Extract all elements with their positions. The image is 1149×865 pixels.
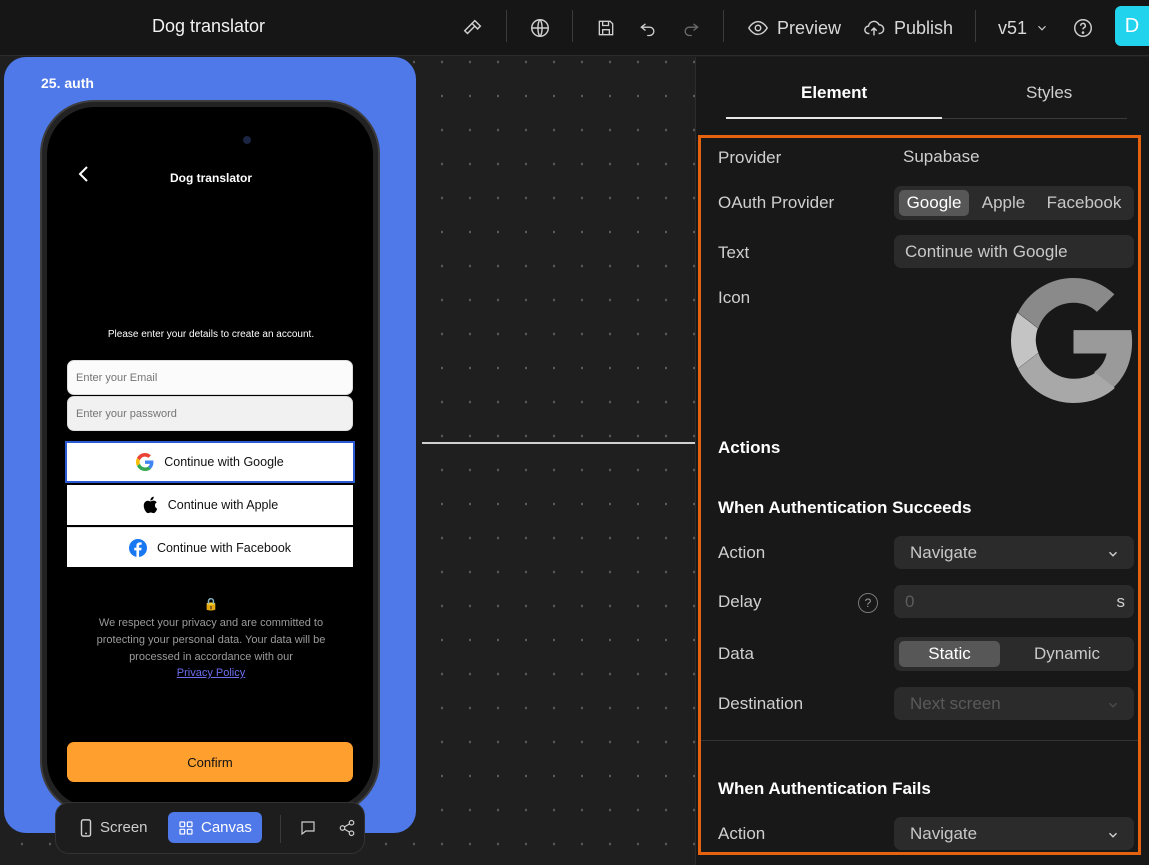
google-icon — [136, 453, 154, 471]
comment-button[interactable] — [289, 812, 327, 843]
phone-screen: Dog translator Please enter your details… — [47, 107, 373, 808]
version-selector[interactable]: v51 — [998, 14, 1049, 42]
screen-view-button[interactable]: Screen — [69, 812, 158, 843]
signup-prompt: Please enter your details to create an a… — [107, 329, 315, 340]
provider-value: Supabase — [903, 147, 980, 166]
fail-action-select[interactable]: Navigate — [894, 817, 1134, 850]
google-auth-label: Continue with Google — [164, 455, 284, 469]
selected-element-properties: Provider Supabase OAuth Provider Google … — [698, 135, 1141, 855]
app-title: Dog translator — [169, 171, 252, 185]
lock-icon: 🔒 — [203, 597, 219, 611]
toolbar-divider — [975, 10, 976, 42]
chevron-down-icon — [1109, 832, 1117, 838]
camera-dot — [243, 136, 251, 144]
data-mode-selector: Static Dynamic — [894, 637, 1134, 671]
password-field[interactable]: Enter your password — [67, 396, 353, 431]
help-icon[interactable] — [1069, 14, 1097, 42]
delay-value: 0 — [905, 591, 915, 611]
cloud-upload-icon — [864, 20, 885, 36]
email-field[interactable]: Enter your Email — [67, 360, 353, 395]
undo-icon[interactable] — [634, 14, 662, 42]
oauth-option-facebook[interactable]: Facebook — [1038, 190, 1130, 216]
delay-label: Delay — [718, 592, 762, 611]
text-label: Text — [718, 243, 750, 262]
frame-label: 25. auth — [41, 75, 94, 91]
active-tab-indicator — [726, 117, 942, 119]
comment-icon — [301, 820, 315, 835]
apple-auth-button[interactable]: Continue with Apple — [67, 485, 353, 525]
data-option-static[interactable]: Static — [899, 641, 1000, 667]
project-title: Dog translator — [152, 16, 266, 36]
connector-line — [422, 442, 695, 444]
hammer-icon[interactable] — [459, 14, 487, 42]
fail-action-label: Action — [718, 824, 766, 843]
button-text-input[interactable]: Continue with Google — [894, 235, 1134, 268]
properties-panel: Element Styles Provider Supabase OAuth P… — [695, 57, 1149, 865]
toolbar-divider — [280, 815, 281, 843]
preview-label: Preview — [777, 17, 842, 38]
destination-value: Next screen — [910, 693, 1001, 713]
actions-heading: Actions — [718, 438, 781, 457]
redo-icon[interactable] — [677, 14, 705, 42]
privacy-policy-link[interactable]: Privacy Policy — [47, 667, 373, 679]
tab-divider — [942, 118, 1127, 119]
apple-icon — [143, 496, 158, 514]
publish-label: Publish — [894, 17, 954, 38]
delay-unit: s — [1116, 592, 1126, 611]
chevron-down-icon — [1109, 551, 1117, 557]
preview-button[interactable]: Preview — [747, 14, 841, 42]
oauth-option-google[interactable]: Google — [899, 190, 969, 216]
success-action-select[interactable]: Navigate — [894, 536, 1134, 569]
top-bar: Dog translator Preview Publish v51 D — [0, 0, 1149, 56]
share-icon — [339, 819, 355, 836]
oauth-provider-selector: Google Apple Facebook — [894, 186, 1134, 220]
version-label: v51 — [998, 17, 1028, 38]
tab-styles[interactable]: Styles — [1026, 83, 1072, 103]
tab-element[interactable]: Element — [801, 83, 867, 103]
fail-action-value: Navigate — [910, 823, 978, 843]
chevron-down-icon — [1109, 702, 1117, 708]
user-avatar[interactable]: D — [1115, 6, 1149, 46]
toolbar-divider — [723, 10, 724, 42]
toolbar-divider — [506, 10, 507, 42]
facebook-auth-button[interactable]: Continue with Facebook — [67, 527, 353, 567]
canvas-view-label: Canvas — [201, 819, 252, 836]
icon-label: Icon — [718, 288, 751, 307]
apple-auth-label: Continue with Apple — [167, 498, 279, 512]
auth-fails-heading: When Authentication Fails — [718, 779, 931, 798]
data-label: Data — [718, 644, 754, 663]
auth-succeeds-heading: When Authentication Succeeds — [718, 498, 972, 517]
delay-input[interactable]: 0 s — [894, 585, 1134, 618]
globe-icon[interactable] — [526, 14, 554, 42]
confirm-button[interactable]: Confirm — [67, 742, 353, 782]
publish-button[interactable]: Publish — [862, 14, 953, 42]
canvas-toolbar: Screen Canvas — [55, 802, 365, 854]
canvas-view-button[interactable]: Canvas — [168, 812, 262, 843]
success-action-value: Navigate — [910, 542, 978, 562]
chevron-down-icon — [1038, 25, 1046, 31]
screen-view-label: Screen — [100, 819, 148, 836]
phone-mockup: Dog translator Please enter your details… — [40, 100, 380, 815]
help-icon[interactable]: ? — [858, 593, 878, 613]
action-label: Action — [718, 543, 766, 562]
oauth-provider-label: OAuth Provider — [718, 193, 835, 212]
google-g-icon-preview[interactable] — [1010, 278, 1136, 408]
save-icon[interactable] — [592, 14, 620, 42]
eye-icon — [747, 20, 769, 36]
provider-label: Provider — [718, 148, 782, 167]
phone-icon — [80, 818, 92, 837]
toolbar-divider — [572, 10, 573, 42]
destination-select[interactable]: Next screen — [894, 687, 1134, 720]
google-auth-button[interactable]: Continue with Google — [65, 441, 355, 483]
privacy-text: We respect your privacy and are committe… — [96, 617, 326, 663]
data-option-dynamic[interactable]: Dynamic — [1012, 641, 1122, 667]
destination-label: Destination — [718, 694, 804, 713]
section-divider — [701, 740, 1138, 741]
share-button[interactable] — [328, 812, 366, 843]
canvas-area[interactable]: 25. auth Dog translator Please enter you… — [0, 57, 695, 865]
oauth-option-apple[interactable]: Apple — [971, 190, 1036, 216]
facebook-icon — [128, 538, 147, 557]
facebook-auth-label: Continue with Facebook — [156, 540, 292, 555]
grid-icon — [179, 820, 193, 835]
